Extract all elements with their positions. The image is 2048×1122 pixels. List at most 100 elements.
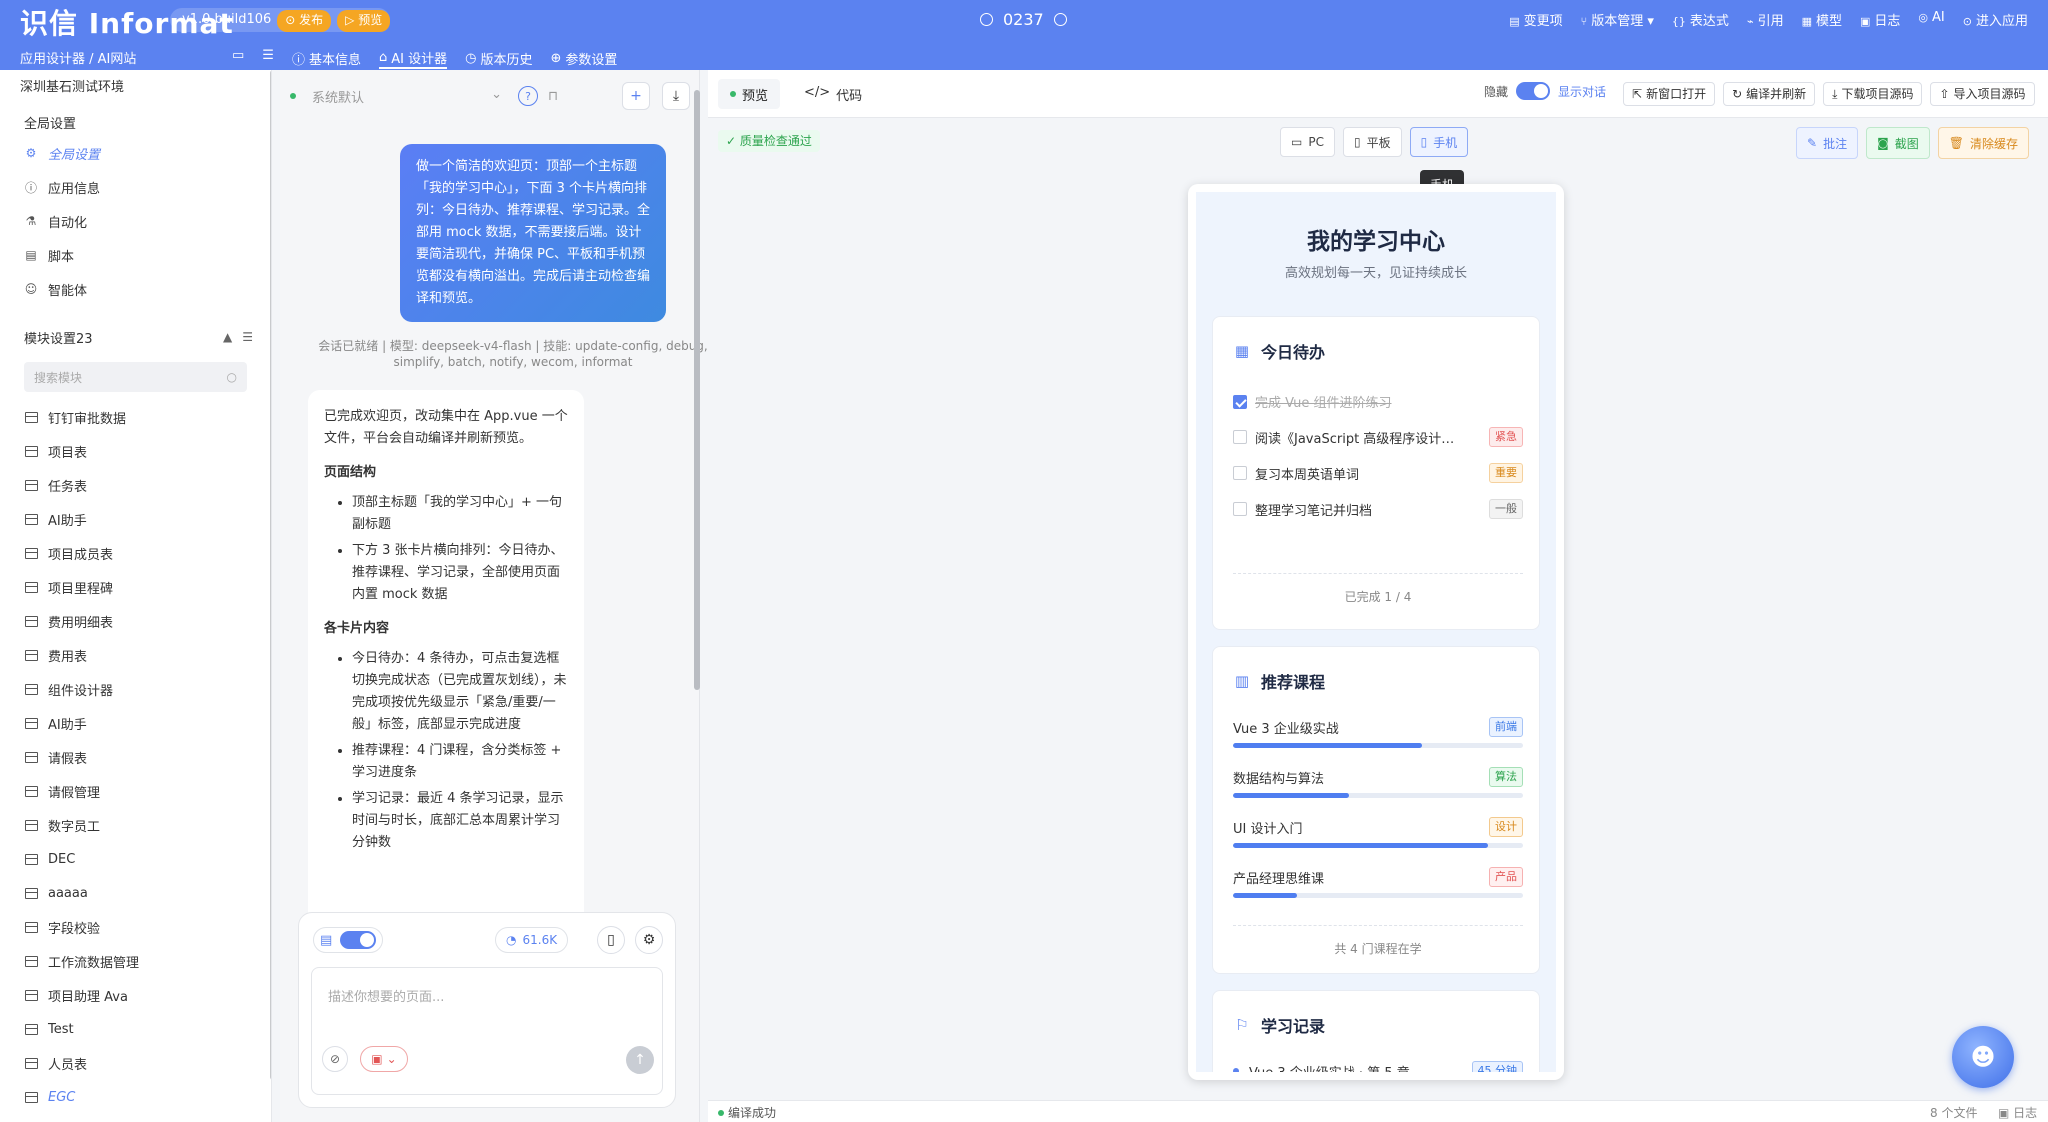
sidebar-module-item[interactable]: 项目表 (0, 434, 271, 468)
preview-button[interactable]: ▷ 预览 (337, 10, 391, 32)
sidebar-module-item[interactable]: 任务表 (0, 468, 271, 502)
tab-code[interactable]: </> 代码 (804, 85, 862, 104)
send-button[interactable]: ↑ (626, 1046, 654, 1074)
tab-version-history[interactable]: ◷ 版本历史 (465, 48, 532, 69)
info-icon: ⓘ (24, 180, 37, 195)
sidebar-module-item[interactable]: EGC (0, 1080, 271, 1114)
code-icon: </> (804, 85, 831, 100)
todo-item[interactable]: 整理学习笔记并归档 一般 (1233, 499, 1523, 519)
todo-item[interactable]: 完成 Vue 组件进阶练习 (1233, 392, 1523, 411)
sidebar-module-item[interactable]: 请假表 (0, 740, 271, 774)
sidebar-item-global[interactable]: ⚙ 全局设置 (0, 136, 271, 170)
course-item[interactable]: 数据结构与算法 算法 (1233, 767, 1523, 798)
screenshot-button[interactable]: ◙ 截图 (1866, 127, 1930, 159)
device-phone[interactable]: ▯ 手机 (1409, 127, 1469, 157)
sidebar-module-item[interactable]: 项目成员表 (0, 536, 271, 570)
sidebar-module-item[interactable]: 项目里程碑 (0, 570, 271, 604)
sidebar-scrollbar[interactable] (270, 70, 271, 1080)
nav-model[interactable]: ▦ 模型 (1802, 10, 1842, 29)
clear-cache-button[interactable]: 🗑 清除缓存 (1937, 127, 2029, 159)
sidebar-module-item[interactable]: 字段校验 (0, 910, 271, 944)
sidebar-item-script[interactable]: ▤ 脚本 (0, 238, 271, 272)
lock-icon[interactable]: ⊓ (548, 89, 558, 104)
sidebar-module-item[interactable]: AI助手 (0, 502, 271, 536)
checkbox[interactable] (1233, 394, 1247, 409)
mode-toggle[interactable] (340, 931, 377, 949)
nav-reference[interactable]: ⌁ 引用 (1747, 10, 1784, 29)
nav-changes[interactable]: ▤ 变更项 (1509, 10, 1562, 29)
model-select-value: 系统默认 (312, 90, 365, 106)
sidebar-module-item[interactable]: AI助手 (0, 706, 271, 740)
sidebar-item-automation[interactable]: ⚗ 自动化 (0, 204, 271, 238)
settings-button[interactable]: ⚙ (635, 926, 663, 954)
nav-expression[interactable]: {} 表达式 (1672, 10, 1729, 29)
device-tablet[interactable]: ▯ 平板 (1342, 127, 1402, 157)
device-pc[interactable]: ▭ PC (1280, 127, 1335, 157)
sidebar-module-item[interactable]: 钉钉审批数据 (0, 400, 271, 434)
compile-refresh-button[interactable]: ↻ 编译并刷新 (1723, 82, 1816, 106)
sidebar-item-app-info[interactable]: ⓘ 应用信息 (0, 170, 271, 204)
sidebar-module-item[interactable]: 人员表 (0, 1046, 271, 1080)
module-search-input[interactable]: 搜索模块 ○ (24, 362, 247, 392)
course-item[interactable]: 产品经理思维课 产品 (1233, 867, 1523, 898)
import-source-button[interactable]: ⇧ 导入项目源码 (1930, 82, 2035, 106)
download-source-button[interactable]: ⤓ 下载项目源码 (1823, 82, 1923, 106)
model-select[interactable]: 系统默认 ⌄ (312, 87, 502, 106)
help-icon[interactable]: ? (518, 86, 538, 106)
checkbox[interactable] (1233, 502, 1247, 516)
sidebar-module-item[interactable]: 数字员工 (0, 808, 271, 842)
download-button[interactable]: ⤓ (662, 82, 690, 110)
open-new-window-button[interactable]: ⇱ 新窗口打开 (1623, 82, 1716, 106)
assistant-robot-icon[interactable]: ☻ (1952, 1026, 2014, 1088)
sidebar-module-item[interactable]: AI网站 (0, 1114, 271, 1122)
tab-params[interactable]: ⊕ 参数设置 (550, 48, 617, 69)
todo-item[interactable]: 复习本周英语单词 重要 (1233, 463, 1523, 483)
nav-version[interactable]: ⑂ 版本管理 ▾ (1581, 10, 1654, 29)
menu-icon[interactable]: ☰ (242, 330, 253, 344)
sidebar-module-item[interactable]: aaaaa (0, 876, 271, 910)
show-chat-toggle[interactable] (1516, 82, 1551, 100)
course-item[interactable]: Vue 3 企业级实战 前端 (1233, 717, 1523, 748)
sidebar-module-item[interactable]: DEC (0, 842, 271, 876)
help-icon[interactable] (1053, 13, 1067, 26)
center-id: 0237 (1003, 10, 1044, 29)
tab-basic-info[interactable]: ⓘ 基本信息 (292, 48, 361, 69)
todo-text: 阅读《JavaScript 高级程序设计… (1255, 431, 1455, 447)
sidebar-module-item[interactable]: 费用明细表 (0, 604, 271, 638)
sort-icon[interactable]: ▲ (223, 330, 232, 344)
tab-label: 代码 (836, 89, 863, 104)
publish-button[interactable]: ⊙ 发布 (277, 10, 332, 32)
chat-scrollbar[interactable] (694, 90, 700, 690)
sidebar-module-item[interactable]: 费用表 (0, 638, 271, 672)
checkbox[interactable] (1233, 430, 1247, 444)
file-button[interactable]: ▯ (597, 926, 625, 954)
nav-log[interactable]: ▣ 日志 (1860, 10, 1900, 29)
tab-preview[interactable]: 预览 (718, 79, 781, 109)
book-icon: ▥ (1234, 672, 1250, 690)
doc-type-select[interactable]: ▣ ⌄ (360, 1046, 408, 1072)
attach-icon[interactable]: ⊘ (322, 1046, 348, 1072)
sidebar-item-agent[interactable]: ☺ 智能体 (0, 272, 271, 306)
sidebar-module-item[interactable]: Test (0, 1012, 271, 1046)
nav-label: 进入应用 (1975, 14, 2028, 29)
doc-icon[interactable]: ▭ (232, 48, 244, 69)
nav-ai[interactable]: ◎ AI (1918, 10, 1944, 29)
sidebar-module-item[interactable]: 项目助理 Ava (0, 978, 271, 1012)
hide-label: 隐藏 (1484, 84, 1509, 99)
outline-icon[interactable]: ☰ (262, 48, 274, 69)
course-tag: 产品 (1489, 867, 1523, 887)
checkbox[interactable] (1233, 466, 1247, 480)
sidebar-module-item[interactable]: 工作流数据管理 (0, 944, 271, 978)
sidebar-module-item[interactable]: 组件设计器 (0, 672, 271, 706)
nav-enter-app[interactable]: ⊙ 进入应用 (1963, 10, 2028, 29)
ai-icon: ⌂ (378, 50, 388, 65)
new-chat-button[interactable]: + (622, 82, 650, 110)
button-label: 编译并刷新 (1746, 87, 1807, 101)
course-item[interactable]: UI 设计入门 设计 (1233, 817, 1523, 848)
todo-item[interactable]: 阅读《JavaScript 高级程序设计… 紧急 (1233, 427, 1523, 447)
tab-ai-designer[interactable]: ⌂ AI 设计器 (378, 48, 448, 69)
annotate-button[interactable]: ✎ 批注 (1796, 127, 1859, 159)
prompt-input[interactable]: 描述你想要的页面... ⊘ ▣ ⌄ ↑ (311, 967, 663, 1095)
sidebar-module-item[interactable]: 请假管理 (0, 774, 271, 808)
log-link[interactable]: ▣ 日志 (1998, 1104, 2037, 1121)
